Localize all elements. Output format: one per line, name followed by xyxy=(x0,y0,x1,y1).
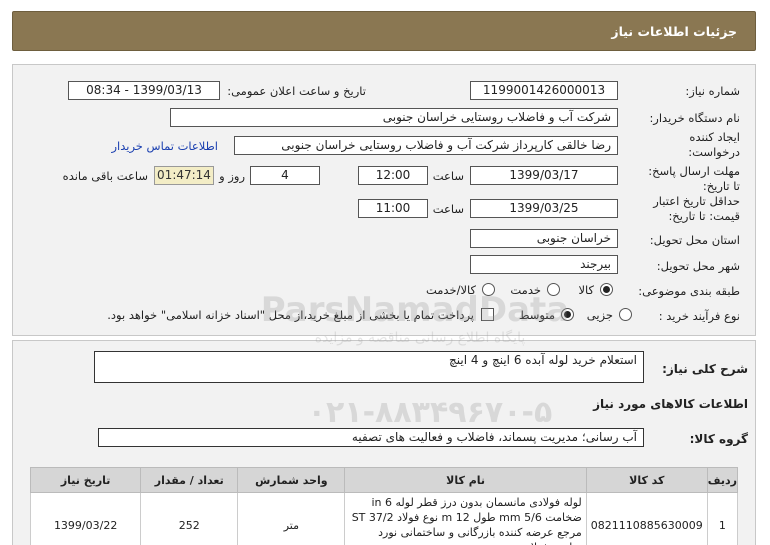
validity-time-field[interactable]: 11:00 xyxy=(358,199,428,218)
remaining-days-field[interactable]: 4 xyxy=(250,166,320,185)
category-option-service: خدمت xyxy=(510,283,541,297)
deadline-time-field[interactable]: 12:00 xyxy=(358,166,428,185)
creator-field[interactable]: رضا خالقی کارپرداز شرکت آب و فاضلاب روست… xyxy=(234,136,618,155)
row-qty: 252 xyxy=(140,492,239,545)
treasury-payment-checkbox[interactable] xyxy=(481,308,494,321)
validity-time-label: ساعت xyxy=(432,202,464,216)
buyer-contact-link[interactable]: اطلاعات تماس خریدار xyxy=(111,139,218,153)
need-number-field[interactable]: 1199001426000013 xyxy=(470,81,618,100)
days-label: روز و xyxy=(219,169,245,183)
row-index: 1 xyxy=(706,492,739,545)
need-number-label: شماره نیاز: xyxy=(685,84,740,98)
process-label: نوع فرآیند خرید : xyxy=(658,309,740,323)
remaining-time-timer: 01:47:14 xyxy=(154,166,214,185)
province-field[interactable]: خراسان جنوبی xyxy=(470,229,618,248)
process-option-minor: جزیی xyxy=(586,308,613,322)
announce-datetime-field[interactable]: 1399/03/13 - 08:34 xyxy=(68,81,220,100)
table-row[interactable]: 1 0821110885630009 لوله فولادی مانسمان ب… xyxy=(29,492,739,545)
goods-table-header: ردیف کد کالا نام کالا واحد شمارش تعداد /… xyxy=(29,467,739,493)
goods-section-title: اطلاعات کالاهای مورد نیاز xyxy=(593,397,748,411)
goods-group-label: گروه کالا: xyxy=(689,432,748,446)
deadline-date-field[interactable]: 1399/03/17 xyxy=(470,166,618,185)
category-option-goods-service: کالا/خدمت xyxy=(425,283,476,297)
row-unit: متر xyxy=(237,492,346,545)
category-radio-goods-service[interactable] xyxy=(482,283,495,296)
summary-field[interactable]: استعلام خرید لوله آبده 6 اینچ و 4 اینچ xyxy=(94,351,644,383)
col-code: کد کالا xyxy=(585,467,708,493)
col-date: تاریخ نیاز xyxy=(29,467,142,493)
summary-label: شرح کلی نیاز: xyxy=(662,362,748,376)
city-field[interactable]: بیرجند xyxy=(470,255,618,274)
creator-label-line2: درخواست: xyxy=(688,145,740,159)
province-label: استان محل تحویل: xyxy=(649,233,740,247)
validity-label-line1: حداقل تاریخ اعتبار xyxy=(653,194,740,208)
process-option-medium: متوسط xyxy=(518,308,555,322)
process-radio-minor[interactable] xyxy=(619,308,632,321)
deadline-time-label: ساعت xyxy=(432,169,464,183)
row-name: لوله فولادی مانسمان بدون درز قطر لوله 6 … xyxy=(344,492,587,545)
category-option-goods: کالا xyxy=(578,283,594,297)
category-label: طبقه بندی موضوعی: xyxy=(638,284,740,298)
deadline-label-line2: تا تاریخ: xyxy=(702,179,740,193)
validity-date-field[interactable]: 1399/03/25 xyxy=(470,199,618,218)
process-radio-medium[interactable] xyxy=(561,308,574,321)
treasury-payment-note: پرداخت تمام یا بخشی از مبلغ خرید،از محل … xyxy=(107,308,474,322)
announce-datetime-label: تاریخ و ساعت اعلان عمومی: xyxy=(227,84,366,98)
col-unit: واحد شمارش xyxy=(237,467,346,493)
city-label: شهر محل تحویل: xyxy=(656,259,740,273)
col-qty: تعداد / مقدار xyxy=(140,467,239,493)
col-index: ردیف xyxy=(706,467,739,493)
creator-label-line1: ایجاد کننده xyxy=(689,130,740,144)
page-header: جزئیات اطلاعات نیاز xyxy=(12,11,756,51)
goods-table: ردیف کد کالا نام کالا واحد شمارش تعداد /… xyxy=(29,467,739,545)
row-date: 1399/03/22 xyxy=(29,492,142,545)
row-code: 0821110885630009 xyxy=(585,492,708,545)
buyer-label: نام دستگاه خریدار: xyxy=(649,111,740,125)
category-radio-service[interactable] xyxy=(547,283,560,296)
buyer-field[interactable]: شرکت آب و فاضلاب روستایی خراسان جنوبی xyxy=(170,108,618,127)
remaining-time-label: ساعت باقی مانده xyxy=(62,169,148,183)
validity-label-line2: قیمت: تا تاریخ: xyxy=(668,209,740,223)
deadline-label-line1: مهلت ارسال پاسخ: xyxy=(648,164,740,178)
col-name: نام کالا xyxy=(344,467,587,493)
goods-group-field[interactable]: آب رسانی؛ مدیریت پسماند، فاضلاب و فعالیت… xyxy=(98,428,644,447)
category-radio-goods[interactable] xyxy=(600,283,613,296)
